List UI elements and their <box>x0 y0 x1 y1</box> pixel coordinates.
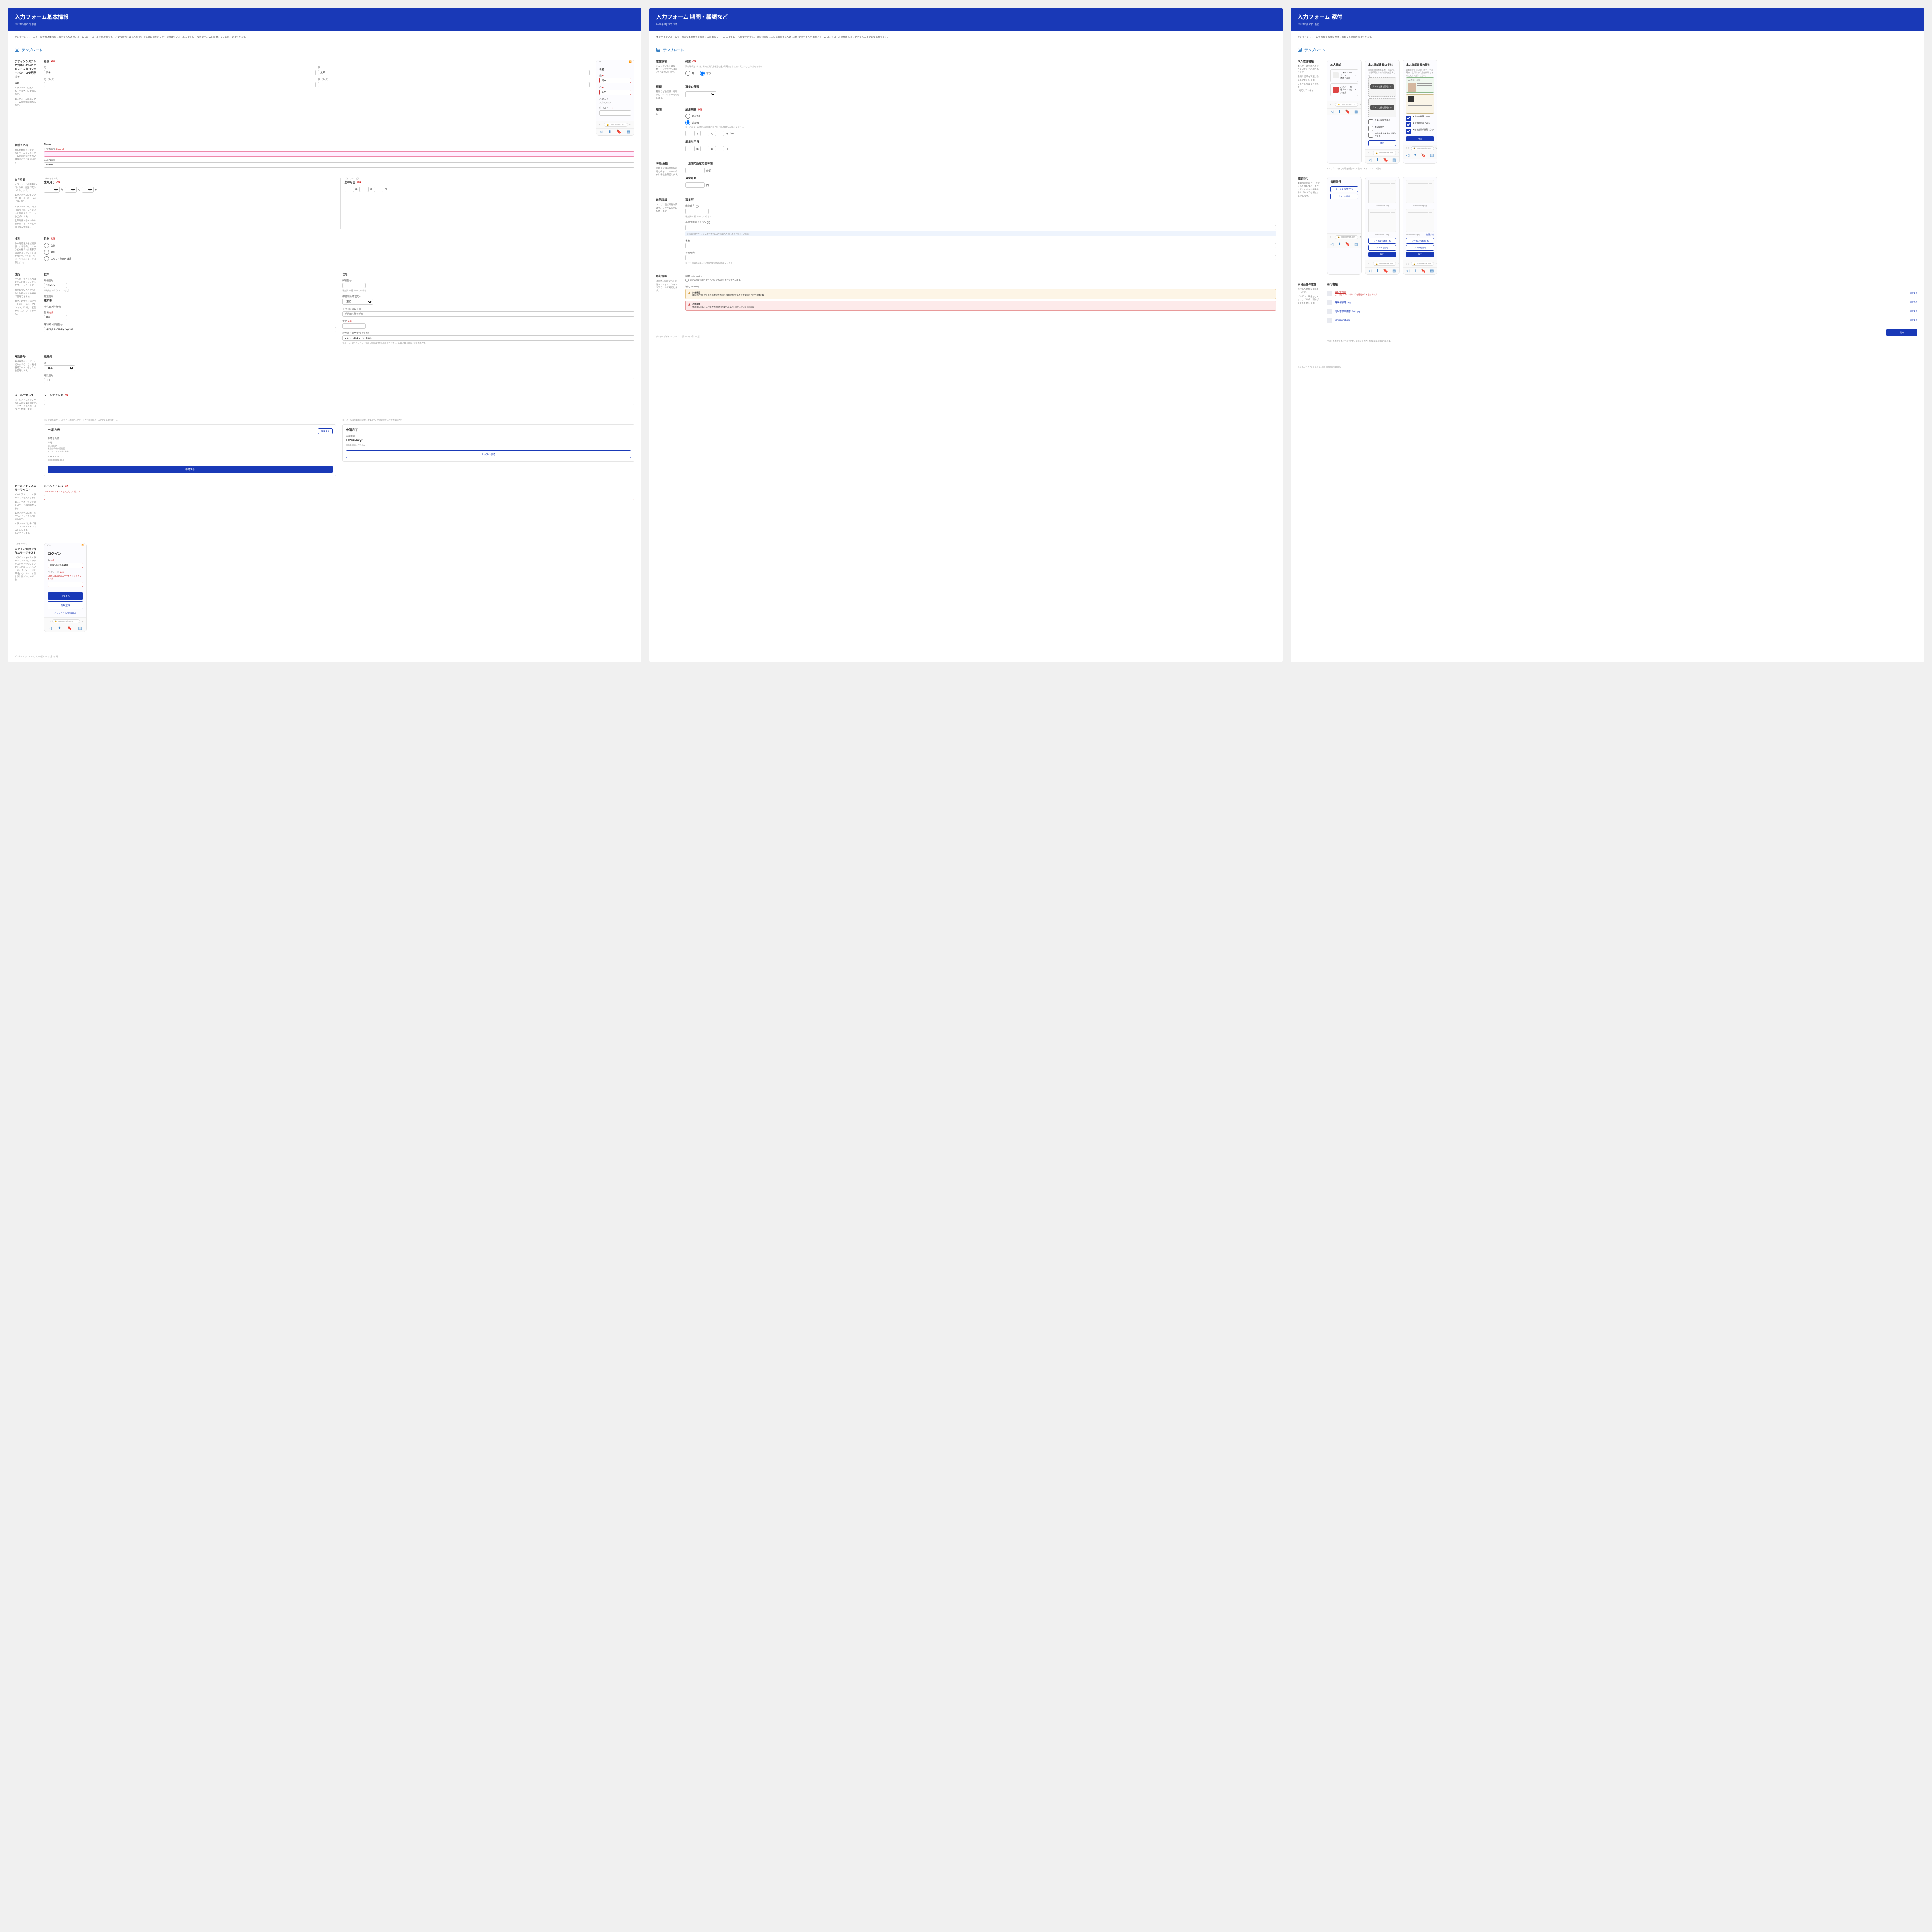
section-heading: メールアドレスエラーテキスト <box>15 484 38 492</box>
period-none[interactable] <box>685 114 690 119</box>
zip-input[interactable] <box>44 283 67 288</box>
desc-text: エラフォームはエラフォームの横幅に関係します。 <box>15 98 38 107</box>
file-select-btn[interactable]: ファイルを選択する <box>1330 186 1358 192</box>
file-row: 健康保険証.png削除する <box>1327 298 1917 307</box>
template-icon <box>15 48 19 52</box>
conf-no[interactable] <box>685 71 690 76</box>
login-id[interactable] <box>48 563 83 568</box>
nav-bookmark-icon[interactable]: 🔖 <box>617 130 621 134</box>
biz-type-select[interactable] <box>685 91 716 97</box>
phone-sei[interactable] <box>599 78 631 83</box>
submit-button[interactable]: 申請する <box>48 466 333 473</box>
addr-input[interactable] <box>44 315 67 320</box>
page-date: 2022年3月15日 作成 <box>15 22 634 26</box>
tel-input[interactable] <box>44 378 634 383</box>
conf-yes[interactable] <box>700 71 705 76</box>
pref-select[interactable]: 選択 <box>342 299 373 305</box>
zip2-input[interactable] <box>342 283 366 288</box>
page-title: 入力フォーム基本情報 <box>15 13 634 21</box>
submit-btn[interactable]: 提出 <box>1368 252 1396 257</box>
file-row: 運転免許証これではファイルサイズpg超過のため合計サイズ削除する <box>1327 289 1917 298</box>
wage-input[interactable] <box>685 182 705 188</box>
page-title: 入力フォーム 期間・種類など <box>656 13 1276 21</box>
page-attachment: 入力フォーム 添付 2022年3月15日 作成 オンラインフォームで書類や画像の… <box>1291 8 1924 662</box>
bldg-input[interactable] <box>44 327 336 332</box>
lastname-input[interactable] <box>44 162 634 168</box>
forgot-link[interactable]: パスワードをお忘れの方 <box>54 612 76 614</box>
sei-kana-input[interactable] <box>44 82 316 87</box>
mei-kana-input[interactable] <box>318 82 590 87</box>
page-period-type: 入力フォーム 期間・種類など 2022年3月15日 作成 オンラインフォームで一… <box>649 8 1283 662</box>
day-input[interactable] <box>374 187 383 192</box>
phone-seik[interactable] <box>599 110 631 116</box>
file-row: 対象書類申請書_001.jpg削除する <box>1327 307 1917 316</box>
biz-zip[interactable] <box>685 209 709 214</box>
sex-other[interactable] <box>44 256 49 261</box>
sei-input[interactable] <box>44 70 316 75</box>
template-icon <box>656 48 661 52</box>
nav-home-icon[interactable]: ⬆ <box>608 130 611 134</box>
section-heading: 性別 <box>15 237 38 241</box>
login-button[interactable]: ログイン <box>48 592 83 600</box>
attach-item[interactable]: パスポート在留カードなど 対象外› <box>1330 83 1358 96</box>
section-heading: 電話番号 <box>15 355 38 359</box>
email-err-input[interactable] <box>44 495 634 500</box>
period-set[interactable] <box>685 120 690 125</box>
page-title: 入力フォーム 添付 <box>1298 13 1917 21</box>
section-heading: デザインシステムで定義しているテキスト入力コンポーネントの使用例です <box>15 60 38 79</box>
firstname-input[interactable] <box>44 151 634 157</box>
alert-warning: 対象確認申請日に対して入所日が確認できないが確認日までみなさす場合について注意記… <box>685 289 1276 299</box>
email-input[interactable] <box>44 400 634 405</box>
month-input[interactable] <box>359 187 369 192</box>
bldg2-input[interactable] <box>342 335 634 341</box>
login-pw[interactable] <box>48 582 83 587</box>
year-select[interactable] <box>44 187 60 193</box>
mei-input[interactable] <box>318 70 590 75</box>
section-heading: ログイン画面で存在エラーテキスト <box>15 547 38 555</box>
page-basic-info: 入力フォーム基本情報 2022年3月15日 作成 オンラインフォームで一般的な基… <box>8 8 641 662</box>
delete-link[interactable]: 削除する <box>1910 292 1917 294</box>
confirm-btn2[interactable]: 確認 <box>1406 136 1434 141</box>
desc-text: 名前 <box>15 82 38 85</box>
banchi-input[interactable] <box>342 323 366 329</box>
section-heading: 生年月日 <box>15 178 38 182</box>
phone-mockup: 9:41📶 名前 姓 ● 名 ● 名前カナ： スズキタロウ 姓（カナ） ● ⟨⟩… <box>596 60 634 136</box>
submit-final[interactable]: 提出 <box>1886 329 1917 336</box>
nav-back-icon[interactable]: ◁ <box>600 130 603 134</box>
camera-start-btn[interactable]: カメラを開始 <box>1330 194 1358 199</box>
desc-text: 運転免許証などファーストネームとラストネームの区別が付かない場合はこちらを使いま… <box>15 149 38 165</box>
page-header: 入力フォーム基本情報 2022年3月15日 作成 <box>8 8 641 31</box>
register-button[interactable]: 新規登録 <box>48 601 83 609</box>
nav-tabs-icon[interactable]: ▤ <box>627 130 630 134</box>
section-label: テンプレート <box>8 44 641 56</box>
day-select[interactable] <box>82 187 94 193</box>
month-select[interactable] <box>65 187 77 193</box>
hours-input[interactable] <box>685 168 705 173</box>
addr2-input[interactable] <box>342 311 634 317</box>
top-button[interactable]: トップへ戻る <box>346 450 631 458</box>
section-heading: 名前その他 <box>15 143 38 147</box>
sex-male[interactable] <box>44 250 49 255</box>
file-row: screenshot.png削除する <box>1327 316 1917 325</box>
biz-chk[interactable] <box>685 225 1276 230</box>
intro-text: オンラインフォームで一般的な基本情報を取得するためのフォーム コントロールの使用… <box>8 31 641 44</box>
camera-btn[interactable]: カメラで撮を開始する <box>1370 84 1394 89</box>
alert-error: 注意事項申請日に対して入所日が無効日付の扱いみなさす場合について注意記載 <box>685 301 1276 311</box>
sex-female[interactable] <box>44 243 49 248</box>
biz-name[interactable] <box>685 243 1276 248</box>
country-select[interactable]: 日本 <box>44 365 75 371</box>
section-heading: メールアドレス <box>15 393 38 397</box>
confirm-btn[interactable]: 確認 <box>1368 140 1396 146</box>
template-icon <box>1298 48 1302 52</box>
attach-item[interactable]: マイナンバーカード 表面と裏面› <box>1330 69 1358 82</box>
section-heading: 住所 <box>15 272 38 276</box>
absence-reason[interactable] <box>685 255 1276 260</box>
desc-text: エラフォームは姓と名、それぞれに要求します。 <box>15 87 38 96</box>
footer: デジタルデザインシステム1.0版 2022年3月15日版 <box>8 651 641 662</box>
edit-button[interactable]: 編集する <box>318 428 333 434</box>
year-input[interactable] <box>345 187 354 192</box>
camera-btn[interactable]: カメラで撮を開始する <box>1370 105 1394 110</box>
phone-mei[interactable] <box>599 90 631 95</box>
